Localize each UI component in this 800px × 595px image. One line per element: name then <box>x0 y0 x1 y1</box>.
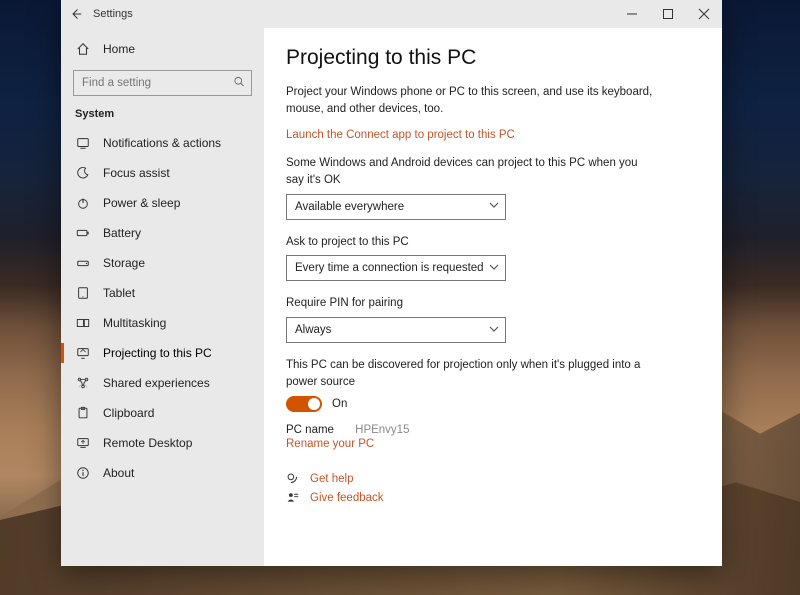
sidebar-item-label: Power & sleep <box>103 196 180 210</box>
sidebar-group-title: System <box>61 104 264 128</box>
close-icon <box>699 9 709 19</box>
notification-icon <box>75 136 91 150</box>
sidebar-item-label: Battery <box>103 226 141 240</box>
availability-dropdown[interactable]: Available everywhere <box>286 194 506 220</box>
back-button[interactable] <box>61 0 91 28</box>
tablet-icon <box>75 286 91 300</box>
sidebar-item-notifications[interactable]: Notifications & actions <box>61 128 264 158</box>
sidebar-item-label: About <box>103 466 134 480</box>
discover-toggle[interactable] <box>286 396 322 412</box>
sidebar-item-label: Notifications & actions <box>103 136 221 150</box>
sidebar-item-about[interactable]: About <box>61 458 264 488</box>
storage-icon <box>75 256 91 270</box>
ask-label: Ask to project to this PC <box>286 234 656 251</box>
sidebar-item-remote-desktop[interactable]: Remote Desktop <box>61 428 264 458</box>
pin-label: Require PIN for pairing <box>286 295 656 312</box>
clipboard-icon <box>75 406 91 420</box>
sidebar-item-projecting[interactable]: Projecting to this PC <box>61 338 264 368</box>
sidebar-item-battery[interactable]: Battery <box>61 218 264 248</box>
search-icon <box>233 76 245 91</box>
ask-dropdown[interactable]: Every time a connection is requested <box>286 255 506 281</box>
sidebar-item-label: Clipboard <box>103 406 154 420</box>
search-box[interactable] <box>73 70 252 96</box>
info-icon <box>75 466 91 480</box>
pin-value: Always <box>295 324 331 336</box>
power-icon <box>75 196 91 210</box>
sidebar-item-label: Shared experiences <box>103 376 210 390</box>
minimize-button[interactable] <box>614 0 650 28</box>
settings-window: Settings Home <box>61 0 722 566</box>
pcname-value: HPEnvy15 <box>355 424 409 436</box>
sidebar-item-focus-assist[interactable]: Focus assist <box>61 158 264 188</box>
minimize-icon <box>627 9 637 19</box>
projecting-icon <box>75 346 91 360</box>
sidebar: Home System Notifications & actions <box>61 28 264 566</box>
pcname-label: PC name <box>286 424 334 436</box>
chevron-down-icon <box>489 262 499 275</box>
maximize-button[interactable] <box>650 0 686 28</box>
sidebar-home-label: Home <box>103 42 135 56</box>
sidebar-item-shared-experiences[interactable]: Shared experiences <box>61 368 264 398</box>
sidebar-item-power-sleep[interactable]: Power & sleep <box>61 188 264 218</box>
discover-toggle-state: On <box>332 398 347 410</box>
window-title: Settings <box>93 8 133 20</box>
launch-connect-link[interactable]: Launch the Connect app to project to thi… <box>286 129 515 141</box>
rename-pc-link[interactable]: Rename your PC <box>286 438 374 450</box>
pin-dropdown[interactable]: Always <box>286 317 506 343</box>
sidebar-item-label: Remote Desktop <box>103 436 192 450</box>
sidebar-item-label: Focus assist <box>103 166 170 180</box>
moon-icon <box>75 166 91 180</box>
feedback-icon <box>286 491 300 504</box>
sidebar-item-label: Projecting to this PC <box>103 346 212 360</box>
shared-icon <box>75 376 91 390</box>
maximize-icon <box>663 9 673 19</box>
page-heading: Projecting to this PC <box>286 46 700 70</box>
sidebar-item-storage[interactable]: Storage <box>61 248 264 278</box>
availability-value: Available everywhere <box>295 201 404 213</box>
chevron-down-icon <box>489 200 499 213</box>
discover-label: This PC can be discovered for projection… <box>286 357 656 390</box>
sidebar-item-label: Tablet <box>103 286 135 300</box>
chevron-down-icon <box>489 324 499 337</box>
get-help-link[interactable]: Get help <box>310 473 353 485</box>
content-area: Projecting to this PC Project your Windo… <box>264 28 722 566</box>
desktop-wallpaper: Settings Home <box>0 0 800 595</box>
help-icon <box>286 472 300 485</box>
search-input[interactable] <box>73 70 252 96</box>
page-description: Project your Windows phone or PC to this… <box>286 84 656 117</box>
home-icon <box>75 42 91 56</box>
sidebar-home[interactable]: Home <box>61 34 264 64</box>
battery-icon <box>75 226 91 240</box>
sidebar-item-multitasking[interactable]: Multitasking <box>61 308 264 338</box>
remote-desktop-icon <box>75 436 91 450</box>
sidebar-item-clipboard[interactable]: Clipboard <box>61 398 264 428</box>
titlebar: Settings <box>61 0 722 28</box>
availability-label: Some Windows and Android devices can pro… <box>286 155 656 188</box>
sidebar-item-tablet[interactable]: Tablet <box>61 278 264 308</box>
close-button[interactable] <box>686 0 722 28</box>
multitasking-icon <box>75 316 91 330</box>
sidebar-item-label: Storage <box>103 256 145 270</box>
ask-value: Every time a connection is requested <box>295 262 484 274</box>
sidebar-item-label: Multitasking <box>103 316 166 330</box>
arrow-left-icon <box>70 8 82 20</box>
give-feedback-link[interactable]: Give feedback <box>310 492 384 504</box>
